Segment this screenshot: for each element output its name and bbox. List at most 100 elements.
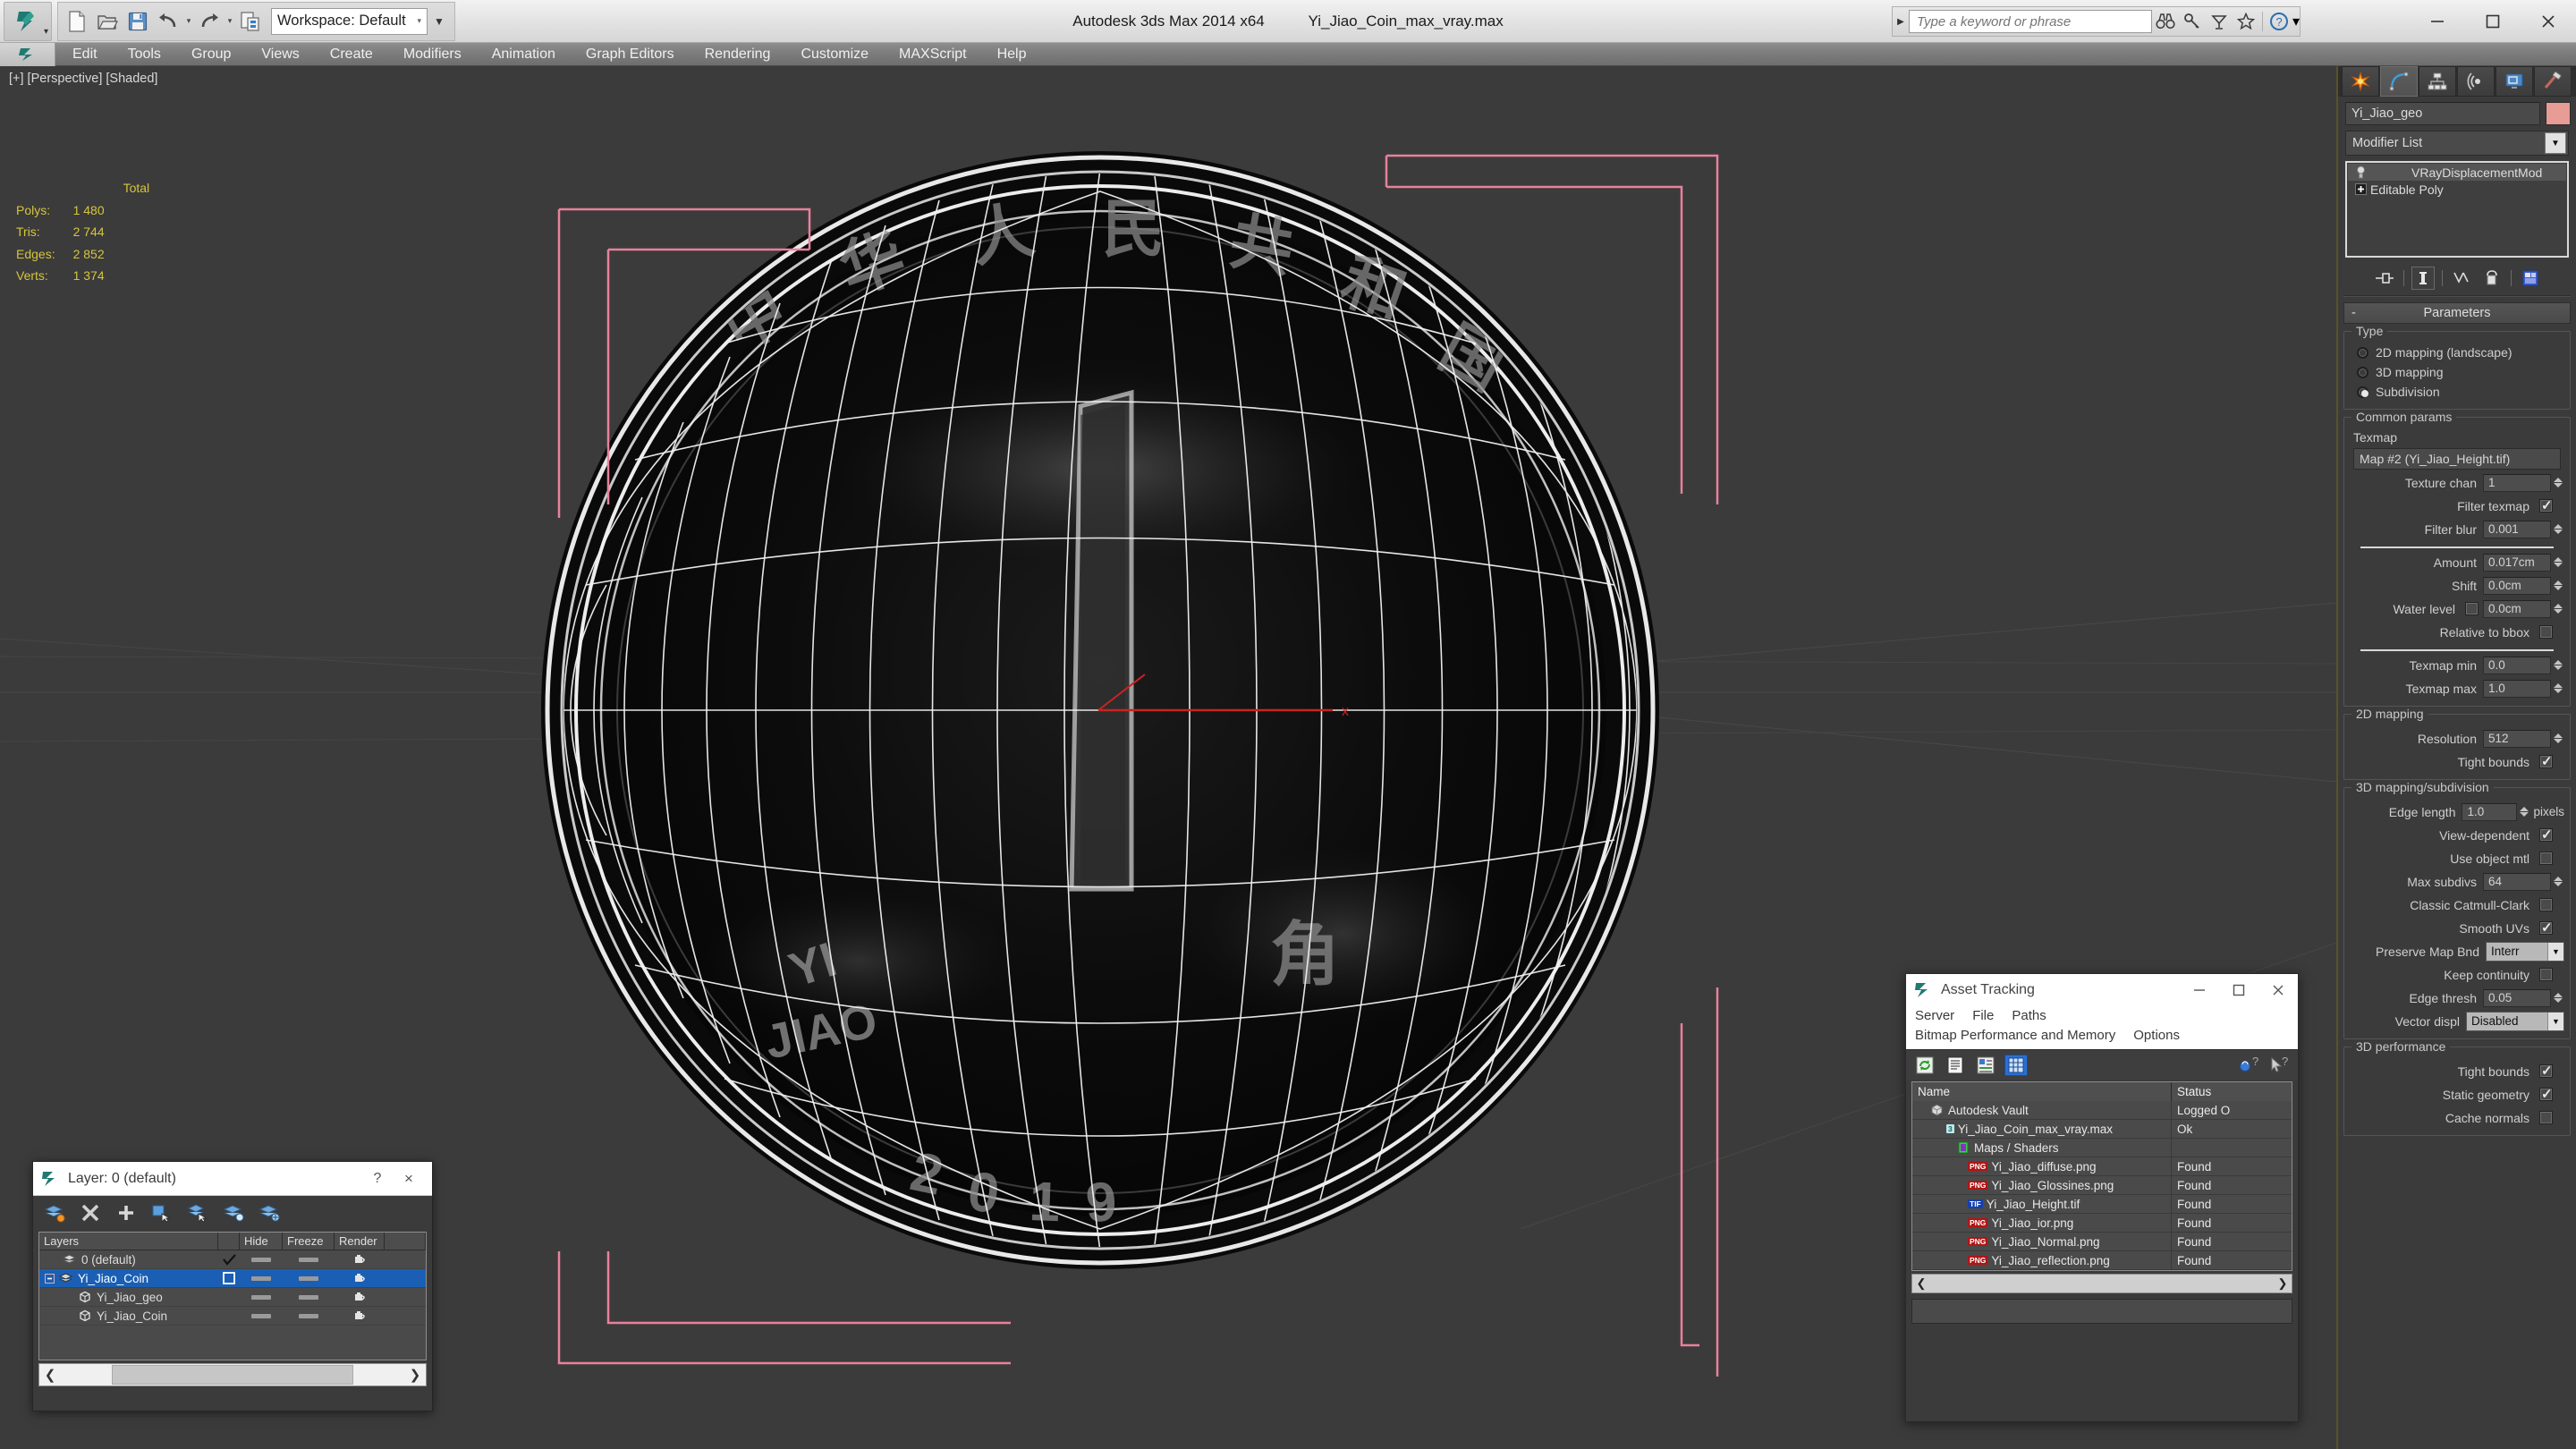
redo-dropdown-caret[interactable]: ▾ [225, 16, 235, 26]
classic-catmull-clark-checkbox[interactable] [2539, 898, 2553, 911]
menu-group[interactable]: Group [176, 43, 246, 66]
layer-render-toggle[interactable] [335, 1309, 385, 1322]
edge-length-spinner[interactable] [2519, 803, 2530, 821]
binoculars-icon[interactable] [2152, 8, 2179, 35]
col-render[interactable]: Render [335, 1233, 385, 1250]
display-tab[interactable] [2496, 66, 2533, 97]
layer-render-toggle[interactable] [335, 1253, 385, 1266]
texmap-min-input[interactable]: 0.0 [2483, 656, 2551, 674]
layer-dialog[interactable]: Layer: 0 (default) ? × Layers Hide Freez… [32, 1161, 433, 1411]
scroll-right-arrow-icon[interactable]: ❯ [2274, 1276, 2292, 1291]
water-level-input[interactable]: 0.0cm [2483, 599, 2551, 618]
resolution-input[interactable]: 512 [2483, 729, 2551, 748]
view-dependent-checkbox[interactable] [2539, 826, 2553, 843]
cache-normals-checkbox[interactable] [2539, 1111, 2553, 1124]
use-object-mtl-checkbox[interactable] [2539, 852, 2553, 865]
filter-blur-spinner[interactable] [2553, 521, 2564, 538]
keep-continuity-checkbox[interactable] [2539, 968, 2553, 981]
col-freeze[interactable]: Freeze [283, 1233, 335, 1250]
texture-chan-input[interactable]: 1 [2483, 473, 2551, 492]
layer-hide-toggle[interactable] [240, 1294, 283, 1300]
menu-graph-editors[interactable]: Graph Editors [571, 43, 690, 66]
star-icon[interactable] [2233, 8, 2259, 35]
vector-displ-select[interactable]: Disabled ▼ [2466, 1011, 2564, 1031]
layer-freeze-toggle[interactable] [283, 1275, 335, 1281]
logo-dropdown-caret[interactable]: ▾ [44, 27, 48, 37]
search-input[interactable] [1908, 10, 2152, 33]
modifier-stack-item-vraydisplacement[interactable]: VRayDisplacementMod [2348, 164, 2566, 181]
list-view-icon[interactable] [1944, 1055, 1967, 1076]
object-name-field[interactable]: Yi_Jiao_geo [2345, 102, 2540, 125]
pin-stack-icon[interactable] [2373, 267, 2396, 290]
smooth-uvs-checkbox[interactable] [2539, 919, 2553, 936]
modifier-stack[interactable]: VRayDisplacementMod Editable Poly [2345, 161, 2569, 258]
scroll-thumb[interactable] [112, 1365, 353, 1385]
col-current[interactable] [218, 1233, 240, 1250]
add-layer-icon[interactable] [114, 1200, 139, 1225]
satellite-icon[interactable] [2206, 8, 2233, 35]
asset-row-vault[interactable]: Autodesk Vault Logged O [1912, 1101, 2292, 1120]
menu-animation[interactable]: Animation [477, 43, 571, 66]
asset-horizontal-scrollbar[interactable]: ❮ ❯ [1911, 1274, 2292, 1293]
asset-row-diffuse[interactable]: PNG Yi_Jiao_diffuse.png Found [1912, 1157, 2292, 1176]
refresh-icon[interactable] [1913, 1055, 1936, 1076]
tight-bounds-perf-checkbox[interactable] [2539, 1063, 2553, 1079]
menu-edit[interactable]: Edit [57, 43, 113, 66]
remove-modifier-icon[interactable] [2480, 267, 2504, 290]
preserve-map-bnd-select[interactable]: Interr ▼ [2486, 941, 2564, 962]
layer-render-toggle[interactable] [335, 1272, 385, 1284]
undo-icon[interactable] [153, 6, 183, 37]
workspace-selector[interactable]: Workspace: Default ▾ [271, 7, 428, 35]
layer-row-yijiaocoin[interactable]: Yi_Jiao_Coin [39, 1269, 426, 1288]
layer-dialog-close-button[interactable]: × [393, 1170, 425, 1188]
make-unique-icon[interactable] [2450, 267, 2473, 290]
layer-dialog-help-button[interactable]: ? [362, 1171, 393, 1187]
texture-chan-spinner[interactable] [2553, 474, 2564, 492]
asset-tracking-dialog[interactable]: Asset Tracking Server File Paths Bitmap … [1905, 973, 2299, 1422]
show-end-result-icon[interactable] [2411, 267, 2435, 290]
help-icon[interactable]: ? [2266, 8, 2292, 35]
max-subdivs-input[interactable]: 64 [2483, 872, 2551, 891]
project-folder-icon[interactable] [235, 6, 266, 37]
shift-input[interactable]: 0.0cm [2483, 576, 2551, 595]
maximize-button[interactable] [2219, 974, 2258, 1006]
lightbulb-icon[interactable] [2351, 165, 2370, 179]
redo-icon[interactable] [194, 6, 225, 37]
asset-menu-file[interactable]: File [1972, 1006, 1994, 1026]
select-objects-icon[interactable] [149, 1200, 174, 1225]
texmap-max-input[interactable]: 1.0 [2483, 679, 2551, 698]
edge-length-input[interactable]: 1.0 [2462, 802, 2518, 821]
help-dropdown-caret[interactable]: ▾ [2292, 13, 2300, 30]
layer-hide-toggle[interactable] [240, 1313, 283, 1318]
scroll-left-arrow-icon[interactable]: ❮ [39, 1367, 61, 1383]
asset-menu-paths[interactable]: Paths [2012, 1006, 2046, 1026]
edge-thresh-spinner[interactable] [2553, 989, 2564, 1007]
asset-row-maxfile[interactable]: 3 Yi_Jiao_Coin_max_vray.max Ok [1912, 1120, 2292, 1139]
texmap-button[interactable]: Map #2 (Yi_Jiao_Height.tif) [2353, 448, 2561, 470]
coin-object[interactable]: 中 华 人 民 共 和 国 YI JIAO 角 2 0 1 9 x [501, 84, 1699, 1283]
close-button[interactable] [2258, 974, 2298, 1006]
new-file-icon[interactable] [62, 6, 92, 37]
menu-rendering[interactable]: Rendering [690, 43, 786, 66]
app-logo-button[interactable]: ▾ [4, 1, 52, 41]
shift-spinner[interactable] [2553, 577, 2564, 595]
texmap-max-spinner[interactable] [2553, 680, 2564, 698]
texmap-min-spinner[interactable] [2553, 657, 2564, 674]
select-highlight-icon[interactable] [185, 1200, 210, 1225]
layer-hide-toggle[interactable] [240, 1275, 283, 1281]
open-file-icon[interactable] [92, 6, 123, 37]
key-icon[interactable] [2179, 8, 2206, 35]
rollout-collapse-toggle[interactable]: - [2351, 306, 2356, 320]
utilities-tab[interactable] [2534, 66, 2572, 97]
modify-tab[interactable] [2380, 66, 2418, 97]
minimize-button[interactable] [2410, 0, 2465, 43]
undo-dropdown-caret[interactable]: ▾ [183, 16, 194, 26]
menu-tools[interactable]: Tools [113, 43, 176, 66]
hierarchy-tab[interactable] [2419, 66, 2456, 97]
static-geometry-checkbox[interactable] [2539, 1086, 2553, 1102]
detail-view-icon[interactable] [1974, 1055, 1997, 1076]
layer-freeze-toggle[interactable] [283, 1313, 335, 1318]
max-subdivs-spinner[interactable] [2553, 873, 2564, 891]
modifier-list-dropdown[interactable]: Modifier List ▼ [2345, 131, 2569, 156]
asset-menu-options[interactable]: Options [2133, 1026, 2180, 1046]
